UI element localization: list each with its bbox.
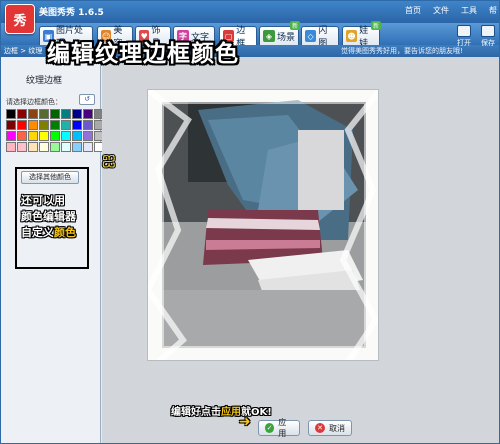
flash-icon: ◇ — [305, 30, 317, 42]
tip-text: 还可以用 颜色编辑器 自定义颜色 — [21, 193, 76, 241]
color-swatch[interactable] — [61, 109, 71, 119]
swirl-icon: ஐ — [102, 148, 116, 168]
color-swatch[interactable] — [28, 120, 38, 130]
color-swatch[interactable] — [17, 109, 27, 119]
color-swatch[interactable] — [83, 142, 93, 152]
color-swatch[interactable] — [17, 142, 27, 152]
reset-color-button[interactable]: ↺ — [79, 94, 95, 105]
color-swatch[interactable] — [83, 131, 93, 141]
tab-label: 场景 — [277, 32, 296, 43]
tutorial-headline: 编辑纹理边框颜色 — [47, 41, 239, 67]
color-swatch[interactable] — [72, 120, 82, 130]
app-logo: 秀 — [5, 4, 35, 34]
new-badge: 新 — [370, 21, 381, 30]
app-title: 美图秀秀 1.6.5 — [39, 8, 104, 18]
color-swatch[interactable] — [28, 131, 38, 141]
color-swatch[interactable] — [39, 109, 49, 119]
cancel-label: 取消 — [329, 423, 345, 433]
color-swatch[interactable] — [50, 131, 60, 141]
tab-doll[interactable]: ☻ 娃娃新 — [342, 21, 381, 49]
color-swatch[interactable] — [39, 120, 49, 130]
color-swatch[interactable] — [17, 131, 27, 141]
check-icon: ✓ — [265, 423, 275, 433]
color-swatch[interactable] — [83, 120, 93, 130]
apply-label: 应用 — [278, 418, 287, 438]
open-button[interactable]: 打开 — [457, 25, 471, 48]
color-swatch[interactable] — [6, 120, 16, 130]
open-label: 打开 — [457, 39, 471, 47]
color-swatch-grid — [6, 109, 104, 152]
promo-text[interactable]: 觉得美图秀秀好用，要告诉您的朋友哦! — [341, 46, 463, 56]
open-icon — [457, 25, 471, 37]
close-icon: ✕ — [315, 423, 325, 433]
tip-line-1: 还可以用 — [21, 194, 65, 207]
tab-flash[interactable]: ◇ 闪图 — [301, 26, 339, 49]
menu-file[interactable]: 文件 — [433, 5, 449, 16]
bottom-tip-a: 编辑好点击 — [171, 407, 221, 418]
cancel-button[interactable]: ✕ 取消 — [308, 420, 352, 436]
color-swatch[interactable] — [39, 142, 49, 152]
save-icon — [481, 25, 495, 37]
menu-help[interactable]: 帮 — [489, 5, 497, 16]
color-swatch[interactable] — [50, 120, 60, 130]
photo-preview — [147, 89, 379, 361]
color-swatch[interactable] — [17, 120, 27, 130]
doll-icon: ☻ — [346, 30, 358, 42]
color-swatch[interactable] — [61, 142, 71, 152]
color-swatch[interactable] — [72, 131, 82, 141]
color-swatch[interactable] — [50, 109, 60, 119]
photo-image — [148, 90, 378, 360]
color-swatch[interactable] — [6, 109, 16, 119]
menu-home[interactable]: 首页 — [405, 5, 421, 16]
arrow-icon: ➜ — [239, 414, 251, 430]
title-bar: 美图秀秀 1.6.5 首页 文件 工具 帮 — [1, 1, 499, 23]
bottom-tip: 编辑好点击应用就OK! — [171, 403, 272, 418]
save-button[interactable]: 保存 — [481, 25, 495, 48]
scene-icon: ◈ — [263, 30, 275, 42]
system-menu: 首页 文件 工具 帮 — [405, 5, 497, 16]
color-swatch[interactable] — [83, 109, 93, 119]
tip-line-3: 自定义颜色 — [21, 225, 76, 241]
color-swatch[interactable] — [39, 131, 49, 141]
bottom-tip-b: 应用 — [221, 407, 241, 418]
tip-line-2: 颜色编辑器 — [21, 210, 76, 223]
menu-tools[interactable]: 工具 — [461, 5, 477, 16]
breadcrumb: 边框 > 纹理 — [4, 47, 43, 55]
color-swatch[interactable] — [72, 142, 82, 152]
choose-color-label: 请选择边框颜色： — [6, 98, 62, 106]
color-swatch[interactable] — [6, 131, 16, 141]
color-swatch[interactable] — [61, 120, 71, 130]
app-window: 美图秀秀 1.6.5 首页 文件 工具 帮 秀 ▣ 图片处理 ☺ 美容 ♥ 饰品字文字 ▢ 边… — [0, 0, 500, 444]
tip-line-3b: 颜色 — [54, 226, 76, 239]
color-swatch[interactable] — [28, 142, 38, 152]
tip-line-3a: 自定义 — [21, 226, 54, 239]
color-swatch[interactable] — [50, 142, 60, 152]
color-swatch[interactable] — [61, 131, 71, 141]
apply-button[interactable]: ✓ 应用 — [258, 418, 300, 438]
file-tools: 打开 保存 — [457, 25, 495, 48]
color-swatch[interactable] — [72, 109, 82, 119]
color-swatch[interactable] — [28, 109, 38, 119]
tab-scene[interactable]: ◈ 场景 新 — [259, 21, 300, 45]
save-label: 保存 — [481, 39, 495, 47]
panel-title: 纹理边框 — [26, 76, 63, 86]
new-badge: 新 — [289, 21, 300, 30]
color-swatch[interactable] — [6, 142, 16, 152]
